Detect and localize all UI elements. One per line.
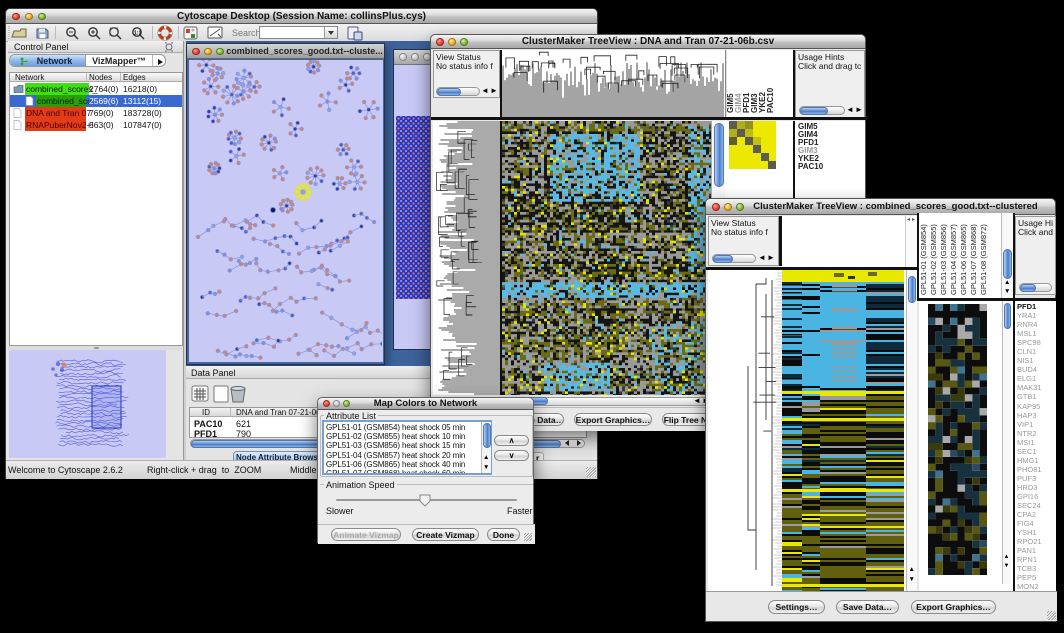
svg-text:1:1: 1:1 xyxy=(134,31,141,37)
